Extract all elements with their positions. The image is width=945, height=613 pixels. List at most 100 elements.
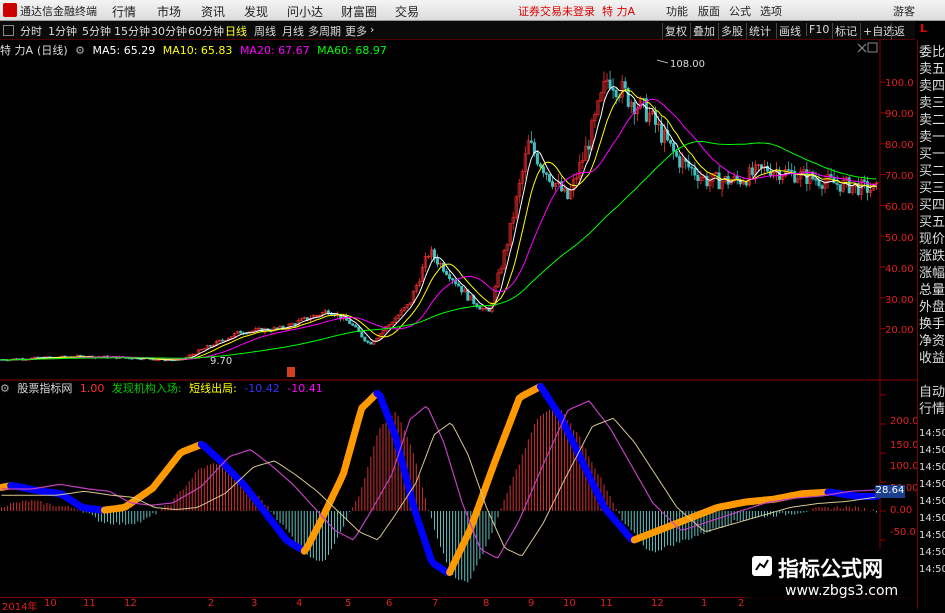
tick-time: 14:50	[919, 545, 945, 561]
current-value-badge: 28.64	[875, 485, 905, 498]
candle-body	[815, 179, 817, 180]
ma60-value: MA60: 68.97	[317, 44, 387, 57]
price-tick: 60.00	[885, 202, 914, 213]
candle-body	[672, 143, 674, 151]
date-tick: 12	[124, 598, 137, 609]
date-tick: 10	[44, 598, 57, 609]
candle-body	[442, 263, 444, 271]
side-tab[interactable]: 自动	[919, 385, 945, 401]
candle-body	[660, 124, 662, 142]
candle-body	[536, 153, 538, 164]
signal-line-purple	[2, 401, 877, 558]
side-label: 涨跌	[919, 249, 945, 265]
level-badge: L	[920, 22, 944, 38]
candle-body	[542, 167, 544, 173]
side-label: 换手	[919, 317, 945, 333]
candle-body	[745, 182, 747, 185]
candle-body	[348, 320, 350, 323]
candle-body	[370, 342, 372, 344]
candle-body	[551, 181, 553, 186]
ma5-value: MA5: 65.29	[93, 44, 156, 57]
side-label: 委比	[919, 45, 945, 61]
candle-body	[367, 341, 369, 342]
candle-body	[697, 175, 699, 181]
candle-body	[839, 185, 841, 192]
side-label: 买二	[919, 164, 945, 180]
candle-body	[545, 173, 547, 175]
candle-body	[863, 180, 865, 182]
date-tick: 6	[386, 598, 392, 609]
candle-body	[221, 340, 223, 341]
candle-body	[451, 279, 453, 280]
quote-side-panel: 委比卖五卖四卖三卖二卖一买一买二买三买四买五现价涨跌涨幅总量外盘换手净资收益自动…	[917, 40, 945, 609]
indicator-info-line: ⚙ 股票指标网 1.00 发现机构入场: 短线出局: -10.42 -10.41	[0, 380, 327, 394]
candle-body	[445, 271, 447, 274]
kline-chart[interactable]	[0, 0, 917, 597]
side-label: 买四	[919, 198, 945, 214]
ma20-value: MA20: 67.67	[240, 44, 310, 57]
candle-body	[239, 331, 241, 333]
candle-body	[791, 170, 793, 171]
date-tick: 2	[738, 598, 744, 609]
stock-period: (日线)	[37, 44, 68, 57]
candle-body	[448, 275, 450, 279]
candle-body	[836, 183, 838, 184]
side-label: 买三	[919, 181, 945, 197]
candle-body	[612, 88, 614, 90]
side-label: 卖二	[919, 113, 945, 129]
tick-time: 14:50	[919, 494, 945, 510]
price-tick: 40.00	[885, 264, 914, 275]
candle-body	[479, 307, 481, 309]
date-tick: 3	[251, 598, 257, 609]
candle-body	[624, 82, 626, 89]
watermark-url: www.zbgs3.com	[785, 583, 898, 599]
price-tick: 100.0	[885, 78, 914, 89]
event-marker-icon[interactable]	[287, 367, 295, 377]
settings-icon[interactable]: ⚙	[75, 44, 85, 57]
indicator-v3: 短线出局:	[189, 382, 237, 395]
date-tick: 9	[528, 598, 534, 609]
tick-time: 14:50	[919, 426, 945, 442]
candle-body	[694, 168, 696, 175]
candle-body	[131, 358, 133, 359]
date-tick: 7	[432, 598, 438, 609]
side-label: 净资	[919, 334, 945, 350]
date-tick: 2014年	[2, 598, 37, 613]
side-label: 总量	[919, 283, 945, 299]
candle-body	[821, 186, 823, 189]
candle-body	[691, 167, 693, 168]
date-tick: 1	[701, 598, 707, 609]
candle-body	[461, 286, 463, 292]
candle-body	[678, 156, 680, 167]
date-tick: 11	[600, 598, 613, 609]
date-tick: 5	[345, 598, 351, 609]
stock-info-line: 特 力A(日线) ⚙ MA5: 65.29 MA10: 65.83 MA20: …	[0, 42, 391, 56]
side-label: 涨幅	[919, 266, 945, 282]
candle-body	[615, 90, 617, 96]
price-tick: 90.00	[885, 109, 914, 120]
date-tick: 4	[296, 598, 302, 609]
date-tick: 12	[651, 598, 664, 609]
main-pane-bg	[0, 40, 917, 380]
tick-time: 14:50	[919, 443, 945, 459]
side-label: 买五	[919, 215, 945, 231]
candle-body	[539, 164, 541, 167]
candle-body	[352, 324, 354, 326]
candle-body	[457, 284, 459, 286]
candle-body	[361, 332, 363, 337]
low-label: 9.70	[210, 356, 232, 367]
peak-label: 108.00	[670, 59, 705, 70]
candle-body	[436, 258, 438, 264]
indicator-tick: 200.0	[890, 416, 919, 427]
side-label: 现价	[919, 232, 945, 248]
watermark-title: 指标公式网	[778, 553, 883, 583]
date-tick: 11	[83, 598, 96, 609]
price-tick: 80.00	[885, 140, 914, 151]
indicator-v4: -10.42	[244, 382, 279, 395]
candle-body	[588, 146, 590, 149]
side-label: 卖五	[919, 62, 945, 78]
indicator-settings-icon[interactable]: ⚙	[0, 382, 10, 395]
date-tick: 2	[208, 598, 214, 609]
side-tab[interactable]: 行情	[919, 402, 945, 418]
tick-time: 14:50	[919, 477, 945, 493]
